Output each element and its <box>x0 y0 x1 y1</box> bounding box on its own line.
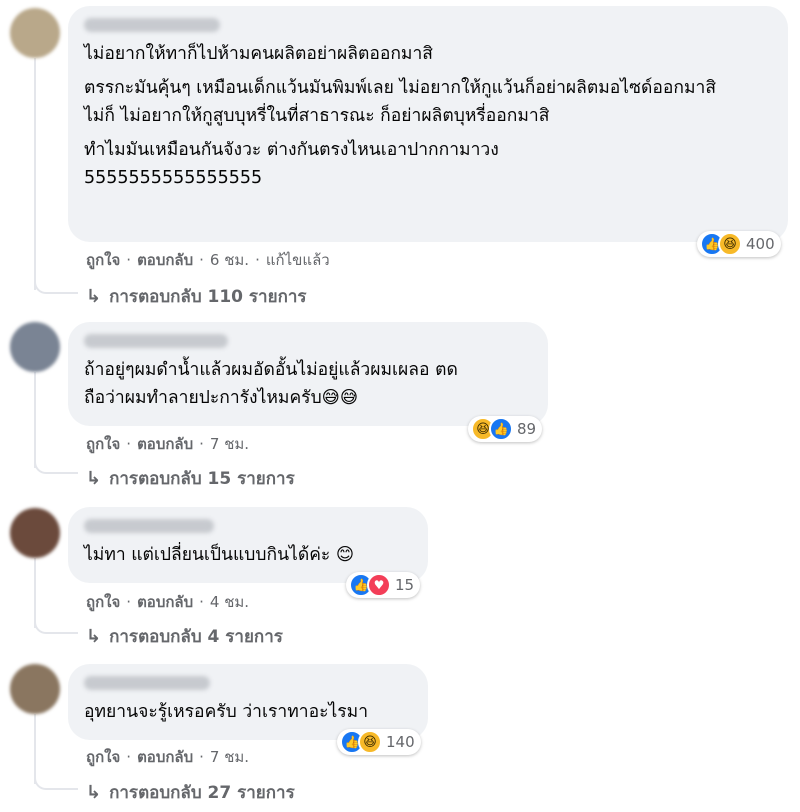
comment-text: ถ้าอยู่ๆผมดำน้ำแล้วผมอัดอั้นไม่อยู่แล้วผ… <box>84 360 458 408</box>
separator-dot: · <box>126 593 132 611</box>
reply-connector <box>34 280 78 294</box>
reaction-summary[interactable]: 😆 👍 89 <box>468 416 543 442</box>
separator-dot: · <box>199 593 204 611</box>
avatar[interactable] <box>10 8 60 58</box>
author-name[interactable] <box>84 18 220 32</box>
reaction-summary[interactable]: 👍 ♥ 15 <box>346 572 421 598</box>
thread-line <box>34 58 36 290</box>
reaction-count: 89 <box>517 420 537 438</box>
view-replies-link[interactable]: ↳ การตอบกลับ 110 รายการ <box>86 283 307 310</box>
view-replies-link[interactable]: ↳ การตอบกลับ 4 รายการ <box>86 623 283 650</box>
reaction-count: 15 <box>395 576 415 594</box>
comment-text: ไม่อยากให้ทาก็ไปห้ามคนผลิตอย่าผลิตออกมาส… <box>84 44 433 64</box>
thread-line <box>34 558 36 628</box>
comment-actions: ถูกใจ · ตอบกลับ · 4 ชม. <box>86 590 249 614</box>
reply-action[interactable]: ตอบกลับ <box>137 248 193 272</box>
love-reaction-icon: ♥ <box>367 573 391 597</box>
like-action[interactable]: ถูกใจ <box>86 248 120 272</box>
comment-text: ตรรกะมันคุ้นๆ เหมือนเด็กแว้นมันพิมพ์เลย … <box>84 78 716 126</box>
like-action[interactable]: ถูกใจ <box>86 745 120 769</box>
comment-bubble: ถ้าอยู่ๆผมดำน้ำแล้วผมอัดอั้นไม่อยู่แล้วผ… <box>68 322 548 426</box>
timestamp[interactable]: 7 ชม. <box>210 745 249 769</box>
author-name[interactable] <box>84 519 214 533</box>
replies-count-label: การตอบกลับ 15 รายการ <box>109 469 295 489</box>
reply-action[interactable]: ตอบกลับ <box>137 745 193 769</box>
timestamp[interactable]: 4 ชม. <box>210 590 249 614</box>
reply-action[interactable]: ตอบกลับ <box>137 432 193 456</box>
haha-reaction-icon: 😆 <box>718 232 742 256</box>
view-replies-link[interactable]: ↳ การตอบกลับ 15 รายการ <box>86 465 295 492</box>
reply-arrow-icon: ↳ <box>86 782 102 803</box>
comment-bubble: ไม่อยากให้ทาก็ไปห้ามคนผลิตอย่าผลิตออกมาส… <box>68 6 788 242</box>
reply-connector <box>34 776 78 790</box>
reply-connector <box>34 620 78 634</box>
thread-line <box>34 372 36 468</box>
separator-dot: · <box>255 251 260 269</box>
replies-count-label: การตอบกลับ 27 รายการ <box>109 783 295 803</box>
thread-line <box>34 714 36 784</box>
avatar[interactable] <box>10 322 60 372</box>
edited-label: แก้ไขแล้ว <box>265 251 330 269</box>
separator-dot: · <box>199 748 204 766</box>
reaction-summary[interactable]: 👍 😆 400 <box>697 231 781 257</box>
separator-dot: · <box>199 435 204 453</box>
comment-actions: ถูกใจ · ตอบกลับ · 7 ชม. <box>86 432 249 456</box>
separator-dot: · <box>126 748 132 766</box>
author-name[interactable] <box>84 676 210 690</box>
separator-dot: · <box>126 435 132 453</box>
haha-reaction-icon: 😆 <box>358 730 382 754</box>
reply-connector <box>34 460 78 474</box>
view-replies-link[interactable]: ↳ การตอบกลับ 27 รายการ <box>86 779 295 806</box>
avatar[interactable] <box>10 508 60 558</box>
reaction-summary[interactable]: 👍 😆 140 <box>337 729 421 755</box>
replies-count-label: การตอบกลับ 4 รายการ <box>109 627 283 647</box>
comment-actions: ถูกใจ · ตอบกลับ · 6 ชม. · แก้ไขแล้ว <box>86 248 330 272</box>
comment-text: ไม่ทา แต่เปลี่ยนเป็นแบบกินได้ค่ะ 😊 <box>84 545 355 565</box>
like-action[interactable]: ถูกใจ <box>86 590 120 614</box>
comment-text: ทำไมมันเหมือนกันจังวะ ต่างกันตรงไหนเอาปา… <box>84 140 499 188</box>
comment-text: อุทยานจะรู้เหรอครับ ว่าเราทาอะไรมา <box>84 702 369 722</box>
timestamp[interactable]: 6 ชม. <box>210 248 249 272</box>
reply-action[interactable]: ตอบกลับ <box>137 590 193 614</box>
reply-arrow-icon: ↳ <box>86 468 102 489</box>
separator-dot: · <box>199 251 204 269</box>
reaction-count: 140 <box>386 733 415 751</box>
avatar[interactable] <box>10 664 60 714</box>
reply-arrow-icon: ↳ <box>86 286 102 307</box>
comment-actions: ถูกใจ · ตอบกลับ · 7 ชม. <box>86 745 249 769</box>
timestamp[interactable]: 7 ชม. <box>210 432 249 456</box>
like-action[interactable]: ถูกใจ <box>86 432 120 456</box>
separator-dot: · <box>126 251 132 269</box>
like-reaction-icon: 👍 <box>489 417 513 441</box>
author-name[interactable] <box>84 334 228 348</box>
reaction-count: 400 <box>746 235 775 253</box>
replies-count-label: การตอบกลับ 110 รายการ <box>109 287 307 307</box>
reply-arrow-icon: ↳ <box>86 626 102 647</box>
